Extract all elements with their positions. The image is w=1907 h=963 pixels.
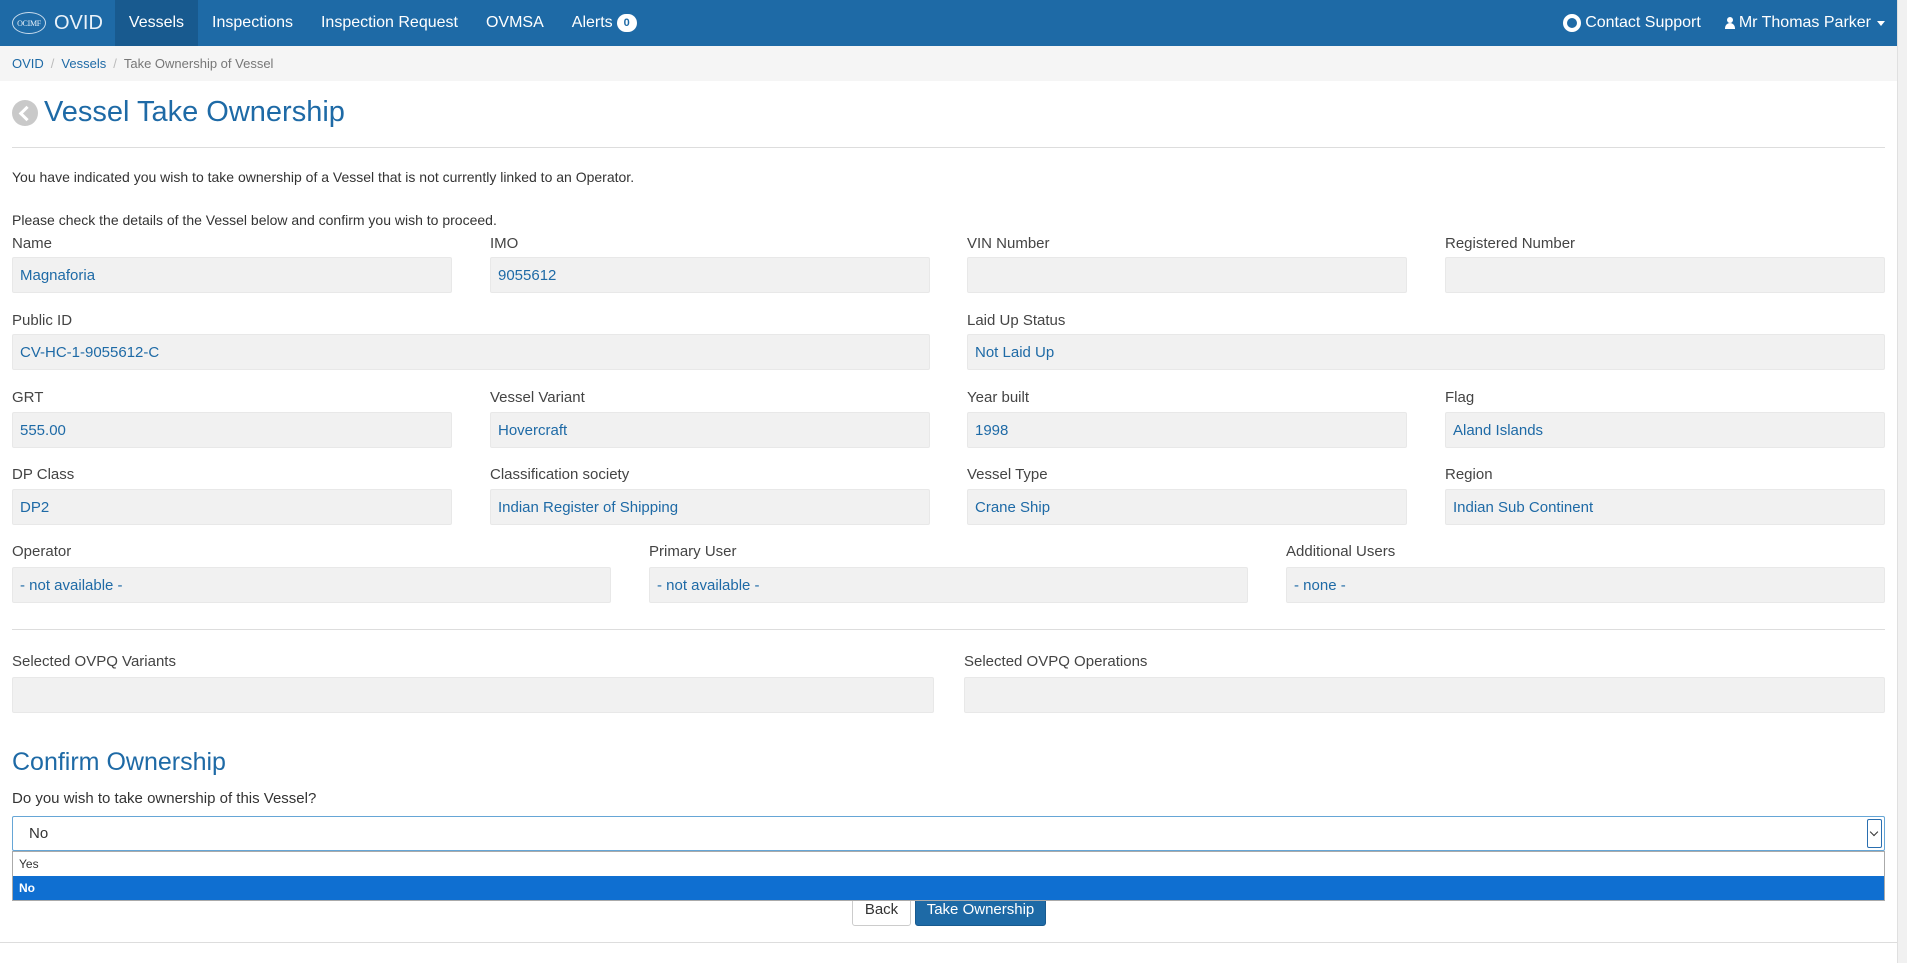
nav-right: Contact Support Mr Thomas Parker [1551,0,1897,46]
imo-field: 9055612 [490,257,930,293]
dp-class-label: DP Class [12,466,75,483]
breadcrumb-current: Take Ownership of Vessel [123,56,274,71]
primary-user-field: - not available - [649,567,1248,603]
back-arrow-icon[interactable] [12,99,38,126]
instruction-text: Please check the details of the Vessel b… [12,212,497,228]
user-menu[interactable]: Mr Thomas Parker [1713,0,1897,46]
year-built-label: Year built [967,389,1029,406]
user-name: Mr Thomas Parker [1738,14,1871,31]
divider [12,147,1885,148]
classification-society-field: Indian Register of Shipping [490,489,930,525]
region-field: Indian Sub Continent [1445,489,1885,525]
public-id-label: Public ID [12,312,73,329]
vin-label: VIN Number [967,235,1050,252]
name-label: Name [12,235,53,252]
dp-class-field: DP2 [12,489,452,525]
divider [12,629,1885,630]
operator-label: Operator [12,543,72,560]
additional-users-field: - none - [1286,567,1885,603]
laid-up-status-label: Laid Up Status [967,312,1066,329]
laid-up-status-field: Not Laid Up [967,334,1885,370]
flag-field: Aland Islands [1445,412,1885,448]
lifebuoy-icon [1563,14,1582,32]
page-scrollbar[interactable] [1897,0,1907,963]
vin-field [967,257,1407,293]
vessel-type-field: Crane Ship [967,489,1407,525]
vessel-variant-field: Hovercraft [490,412,930,448]
confirm-ownership-title: Confirm Ownership [12,748,226,776]
primary-user-label: Primary User [649,543,737,560]
top-navbar: OCIMF OVID Vessels Inspections Inspectio… [0,0,1897,46]
brand-name: OVID [54,11,103,34]
registered-number-field [1445,257,1885,293]
confirm-question: Do you wish to take ownership of this Ve… [12,790,317,807]
operator-field: - not available - [12,567,611,603]
vessel-type-label: Vessel Type [967,466,1048,483]
grt-label: GRT [12,389,44,406]
ownership-dropdown: Yes No [12,851,1885,901]
option-yes[interactable]: Yes [13,852,1884,876]
vessel-variant-label: Vessel Variant [490,389,585,406]
alerts-count-badge: 0 [616,14,637,32]
additional-users-label: Additional Users [1286,543,1396,560]
breadcrumb-vessels[interactable]: Vessels [61,56,106,71]
caret-down-icon [1877,20,1885,26]
breadcrumb-ovid[interactable]: OVID [12,56,44,71]
brand[interactable]: OCIMF OVID [0,0,115,46]
public-id-field: CV-HC-1-9055612-C [12,334,930,370]
breadcrumb-separator: / [113,56,117,71]
ovpq-variants-field [12,677,934,713]
registered-number-label: Registered Number [1445,235,1576,252]
nav-inspection-request[interactable]: Inspection Request [307,0,472,46]
ownership-select[interactable]: No [12,816,1885,851]
ovpq-operations-field [964,677,1885,713]
contact-support-link[interactable]: Contact Support [1551,0,1713,46]
chevron-down-icon[interactable] [1867,819,1882,848]
contact-support-label: Contact Support [1585,14,1701,31]
breadcrumb-separator: / [50,56,55,71]
intro-text: You have indicated you wish to take owne… [12,169,635,185]
nav-vessels[interactable]: Vessels [114,0,199,46]
ovpq-variants-label: Selected OVPQ Variants [12,653,176,670]
ocimf-logo: OCIMF [12,12,46,34]
grt-field: 555.00 [12,412,452,448]
nav-ovmsa[interactable]: OVMSA [472,0,558,46]
classification-society-label: Classification society [490,466,630,483]
breadcrumb: OVID / Vessels / Take Ownership of Vesse… [0,46,1897,81]
ownership-select-value: No [29,825,49,842]
nav-alerts[interactable]: Alerts 0 [558,0,651,46]
name-field: Magnaforia [12,257,452,293]
region-label: Region [1445,466,1493,483]
user-icon [1724,17,1735,29]
nav-inspections[interactable]: Inspections [198,0,307,46]
flag-label: Flag [1445,389,1475,406]
imo-label: IMO [490,235,519,252]
page-header: Vessel Take Ownership [12,96,345,129]
year-built-field: 1998 [967,412,1407,448]
option-no[interactable]: No [13,876,1884,900]
footer-divider [0,942,1897,943]
page-title: Vessel Take Ownership [44,96,345,128]
nav-alerts-label: Alerts [571,14,613,31]
ovpq-operations-label: Selected OVPQ Operations [964,653,1148,670]
